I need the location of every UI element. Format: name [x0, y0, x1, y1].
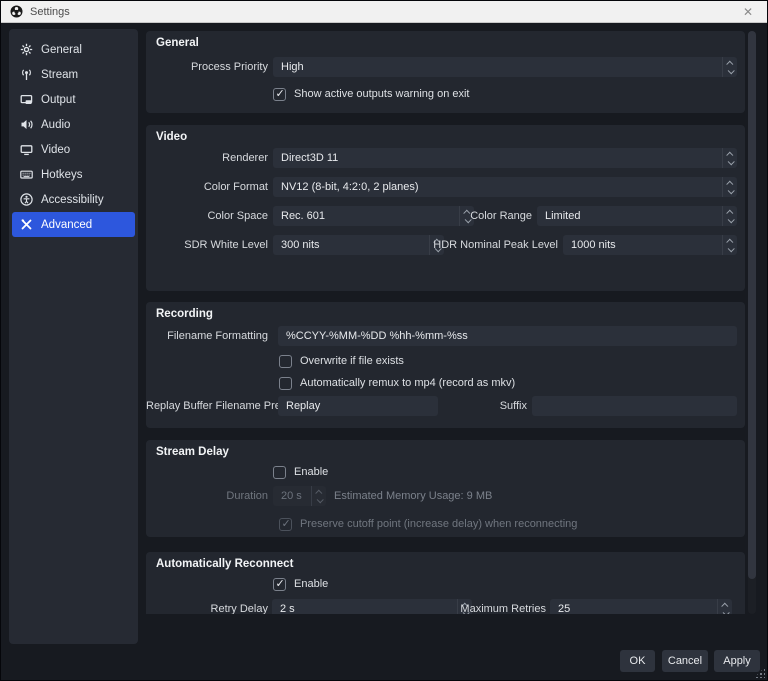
- tools-icon: [20, 218, 33, 231]
- sidebar-item-label: Output: [41, 94, 76, 106]
- show-warning-checkbox[interactable]: Show active outputs warning on exit: [273, 87, 470, 101]
- sdr-white-level-label: SDR White Level: [146, 235, 268, 255]
- preserve-cutoff-checkbox: Preserve cutoff point (increase delay) w…: [279, 517, 577, 531]
- antenna-icon: [20, 68, 33, 81]
- combo-arrows-icon[interactable]: [722, 206, 737, 226]
- obs-logo-icon: [10, 5, 23, 18]
- process-priority-label: Process Priority: [146, 57, 268, 77]
- retry-delay-label: Retry Delay: [146, 599, 268, 614]
- section-auto-reconnect: Automatically Reconnect Enable Retry Del…: [146, 552, 745, 614]
- checkbox-checked-icon: [273, 88, 286, 101]
- scrollbar-track[interactable]: [748, 31, 756, 614]
- settings-sidebar: General Stream Output Audio: [9, 29, 138, 644]
- settings-window: Settings ✕ General Stream Output: [0, 0, 768, 681]
- color-format-combobox[interactable]: NV12 (8-bit, 4:2:0, 2 planes): [273, 177, 737, 197]
- filename-formatting-input[interactable]: %CCYY-%MM-%DD %hh-%mm-%ss: [278, 326, 737, 346]
- sidebar-item-video[interactable]: Video: [12, 137, 135, 162]
- keyboard-icon: [20, 168, 33, 181]
- replay-suffix-input[interactable]: [532, 396, 737, 416]
- sidebar-item-label: Accessibility: [41, 194, 104, 206]
- combo-arrows-icon[interactable]: [722, 57, 737, 77]
- titlebar[interactable]: Settings ✕: [1, 1, 767, 23]
- accessibility-icon: [20, 193, 33, 206]
- retry-delay-spinbox[interactable]: 2 s: [272, 599, 472, 614]
- section-header: General: [156, 37, 199, 49]
- hdr-peak-level-label: HDR Nominal Peak Level: [406, 235, 558, 255]
- sidebar-item-hotkeys[interactable]: Hotkeys: [12, 162, 135, 187]
- ok-button[interactable]: OK: [620, 650, 655, 672]
- max-retries-spinbox[interactable]: 25: [550, 599, 732, 614]
- checkbox-checked-icon: [273, 578, 286, 591]
- checkbox-unchecked-icon: [279, 355, 292, 368]
- section-general: General Process Priority High Show activ…: [146, 31, 745, 113]
- close-icon[interactable]: ✕: [740, 4, 756, 20]
- spinner-arrows-icon: [311, 486, 326, 506]
- renderer-combobox[interactable]: Direct3D 11: [273, 148, 737, 168]
- scrollbar-thumb[interactable]: [748, 31, 756, 579]
- spinner-arrows-icon[interactable]: [717, 599, 732, 614]
- sidebar-item-output[interactable]: Output: [12, 87, 135, 112]
- section-header: Recording: [156, 308, 213, 320]
- checkbox-unchecked-icon: [273, 466, 286, 479]
- apply-button[interactable]: Apply: [714, 650, 760, 672]
- sidebar-item-accessibility[interactable]: Accessibility: [12, 187, 135, 212]
- sidebar-item-label: Hotkeys: [41, 169, 83, 181]
- color-format-label: Color Format: [146, 177, 268, 197]
- remux-checkbox[interactable]: Automatically remux to mp4 (record as mk…: [279, 376, 515, 390]
- overwrite-checkbox[interactable]: Overwrite if file exists: [279, 354, 404, 368]
- settings-scroll-area: General Process Priority High Show activ…: [146, 29, 746, 614]
- combo-arrows-icon[interactable]: [722, 148, 737, 168]
- sidebar-item-label: Video: [41, 144, 70, 156]
- memory-usage-text: Estimated Memory Usage: 9 MB: [334, 486, 492, 506]
- section-stream-delay: Stream Delay Enable Duration 20 s Estima…: [146, 440, 745, 537]
- sidebar-item-advanced[interactable]: Advanced: [12, 212, 135, 237]
- checkbox-unchecked-icon: [279, 377, 292, 390]
- renderer-label: Renderer: [146, 148, 268, 168]
- replay-suffix-label: Suffix: [476, 396, 527, 416]
- max-retries-label: Maximum Retries: [456, 599, 546, 614]
- sidebar-item-label: General: [41, 44, 82, 56]
- sidebar-item-label: Advanced: [41, 219, 92, 231]
- spinner-arrows-icon[interactable]: [722, 235, 737, 255]
- filename-formatting-label: Filename Formatting: [146, 326, 268, 346]
- sidebar-item-stream[interactable]: Stream: [12, 62, 135, 87]
- monitor-icon: [20, 143, 33, 156]
- section-header: Automatically Reconnect: [156, 558, 293, 570]
- duration-spinbox: 20 s: [273, 486, 326, 506]
- combo-arrows-icon[interactable]: [722, 177, 737, 197]
- hdr-peak-level-spinbox[interactable]: 1000 nits: [563, 235, 737, 255]
- color-space-label: Color Space: [146, 206, 268, 226]
- sidebar-item-label: Stream: [41, 69, 78, 81]
- sidebar-item-general[interactable]: General: [12, 37, 135, 62]
- sidebar-item-audio[interactable]: Audio: [12, 112, 135, 137]
- section-header: Stream Delay: [156, 446, 229, 458]
- replay-prefix-input[interactable]: Replay: [278, 396, 438, 416]
- color-range-label: Color Range: [446, 206, 532, 226]
- window-title: Settings: [30, 6, 70, 18]
- replay-prefix-label: Replay Buffer Filename Prefix: [146, 396, 273, 416]
- sidebar-item-label: Audio: [41, 119, 70, 131]
- gear-icon: [20, 43, 33, 56]
- process-priority-combobox[interactable]: High: [273, 57, 737, 77]
- color-space-combobox[interactable]: Rec. 601: [273, 206, 474, 226]
- stream-delay-enable-checkbox[interactable]: Enable: [273, 465, 328, 479]
- screen-share-icon: [20, 93, 33, 106]
- section-recording: Recording Filename Formatting %CCYY-%MM-…: [146, 302, 745, 428]
- section-video: Video Renderer Direct3D 11 Color Format …: [146, 125, 745, 291]
- duration-label: Duration: [146, 486, 268, 506]
- color-range-combobox[interactable]: Limited: [537, 206, 737, 226]
- speaker-icon: [20, 118, 33, 131]
- cancel-button[interactable]: Cancel: [662, 650, 708, 672]
- reconnect-enable-checkbox[interactable]: Enable: [273, 577, 328, 591]
- checkbox-checked-icon: [279, 518, 292, 531]
- section-header: Video: [156, 131, 187, 143]
